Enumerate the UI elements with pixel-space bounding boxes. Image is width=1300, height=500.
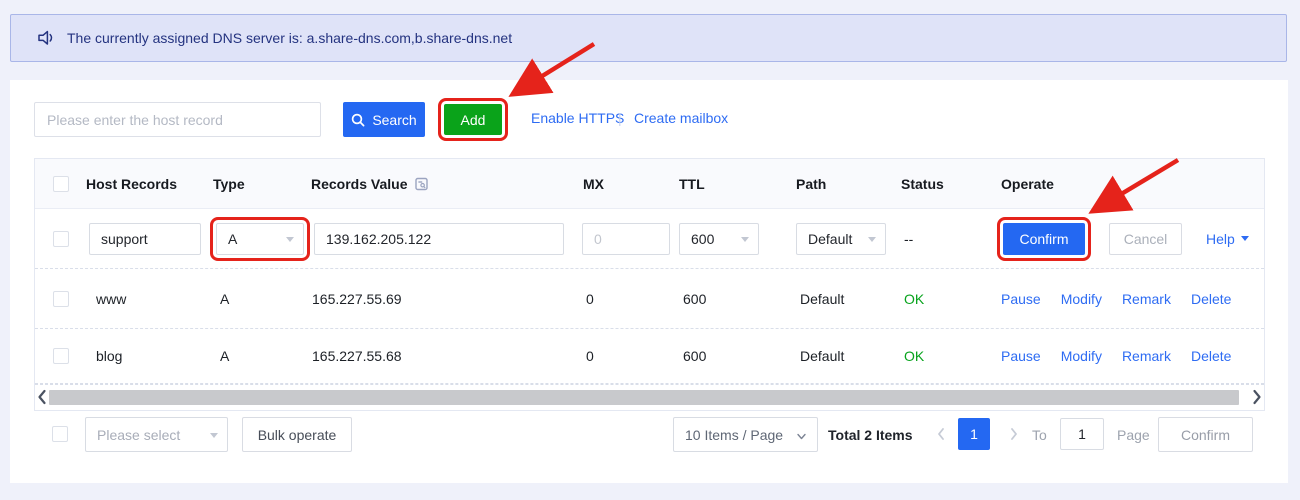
help-dropdown[interactable]: Help (1206, 231, 1249, 247)
cell-mx: 0 (586, 269, 594, 328)
chevron-down-icon (210, 433, 218, 438)
page-number-button[interactable]: 1 (958, 418, 990, 450)
horizontal-scrollbar (35, 384, 1264, 410)
cell-ttl: 600 (683, 269, 706, 328)
toolbar: Search Add Enable HTTPS | Create mailbox (10, 102, 1288, 138)
status-badge: OK (904, 269, 924, 328)
total-items-label: Total 2 Items (828, 417, 913, 452)
dns-server-banner: The currently assigned DNS server is: a.… (10, 14, 1287, 62)
cell-value: 165.227.55.68 (312, 329, 402, 383)
link-separator: | (618, 110, 622, 126)
record-type-select[interactable]: A (216, 223, 304, 255)
chevron-down-icon (286, 237, 294, 242)
bulk-operate-button[interactable]: Bulk operate (242, 417, 352, 452)
header-host-records: Host Records (86, 159, 177, 209)
table-header-row: Host Records Type Records Value MX TTL (35, 159, 1264, 209)
remark-link[interactable]: Remark (1122, 291, 1171, 307)
modify-link[interactable]: Modify (1061, 291, 1102, 307)
cell-mx: 0 (586, 329, 594, 383)
chevron-down-icon (868, 237, 876, 242)
header-ttl: TTL (679, 159, 705, 209)
dns-records-table: Host Records Type Records Value MX TTL (34, 158, 1265, 411)
record-value-input[interactable] (314, 223, 564, 255)
status-badge: OK (904, 329, 924, 383)
pause-link[interactable]: Pause (1001, 291, 1041, 307)
banner-text: The currently assigned DNS server is: a.… (67, 30, 512, 46)
table-row: blog A 165.227.55.68 0 600 Default OK Pa… (35, 329, 1264, 384)
cell-type: A (220, 329, 229, 383)
search-button[interactable]: Search (343, 102, 425, 137)
search-icon (351, 113, 365, 127)
row-checkbox[interactable] (53, 348, 69, 364)
row-checkbox[interactable] (53, 231, 69, 247)
edit-record-row: A 600 Defaul (35, 209, 1264, 269)
scrollbar-thumb[interactable] (49, 390, 1239, 405)
bulk-action-select[interactable]: Please select (85, 417, 228, 452)
add-button[interactable]: Add (444, 104, 502, 135)
footer-bar: Please select Bulk operate 10 Items / Pa… (10, 417, 1288, 452)
path-select[interactable]: Default (796, 223, 886, 255)
chevron-down-icon (741, 237, 749, 242)
delete-link[interactable]: Delete (1191, 291, 1231, 307)
content-card: Search Add Enable HTTPS | Create mailbox… (10, 80, 1288, 483)
cell-value: 165.227.55.69 (312, 269, 402, 328)
host-record-search-input[interactable] (34, 102, 321, 137)
enable-https-link[interactable]: Enable HTTPS (531, 110, 624, 126)
chevron-down-icon (1241, 236, 1249, 241)
goto-prefix-label: To (1032, 417, 1047, 452)
page: The currently assigned DNS server is: a.… (0, 0, 1300, 500)
host-record-input[interactable] (89, 223, 201, 255)
cell-host: blog (96, 329, 122, 383)
search-button-label: Search (372, 112, 416, 128)
modify-link[interactable]: Modify (1061, 348, 1102, 364)
goto-confirm-button[interactable]: Confirm (1158, 417, 1253, 452)
remark-link[interactable]: Remark (1122, 348, 1171, 364)
header-records-value: Records Value (311, 159, 428, 209)
header-path: Path (796, 159, 826, 209)
cell-host: www (96, 269, 126, 328)
row-checkbox[interactable] (53, 291, 69, 307)
ttl-select[interactable]: 600 (679, 223, 759, 255)
confirm-record-button[interactable]: Confirm (1003, 223, 1085, 255)
edit-row-status: -- (904, 209, 913, 268)
header-status: Status (901, 159, 944, 209)
header-operate: Operate (1001, 159, 1054, 209)
page-size-select[interactable]: 10 Items / Page (673, 417, 818, 452)
goto-suffix-label: Page (1117, 417, 1150, 452)
cell-path: Default (800, 329, 844, 383)
pager-next-icon[interactable] (1008, 427, 1020, 444)
chevron-down-icon (796, 429, 807, 445)
select-all-checkbox[interactable] (53, 176, 69, 192)
footer-select-all-checkbox[interactable] (52, 426, 68, 442)
header-mx: MX (583, 159, 604, 209)
pause-link[interactable]: Pause (1001, 348, 1041, 364)
create-mailbox-link[interactable]: Create mailbox (634, 110, 728, 126)
cell-ttl: 600 (683, 329, 706, 383)
table-row: www A 165.227.55.69 0 600 Default OK Pau… (35, 269, 1264, 329)
speaker-icon (37, 29, 56, 47)
goto-page-input[interactable] (1060, 418, 1104, 450)
cell-type: A (220, 269, 229, 328)
cancel-record-button[interactable]: Cancel (1109, 223, 1182, 255)
mx-input[interactable] (582, 223, 670, 255)
header-type: Type (213, 159, 245, 209)
pager-prev-icon[interactable] (935, 427, 947, 444)
records-value-filter-icon[interactable] (415, 177, 428, 191)
scroll-left-icon[interactable] (36, 388, 48, 409)
scroll-right-icon[interactable] (1251, 388, 1263, 409)
cell-path: Default (800, 269, 844, 328)
delete-link[interactable]: Delete (1191, 348, 1231, 364)
